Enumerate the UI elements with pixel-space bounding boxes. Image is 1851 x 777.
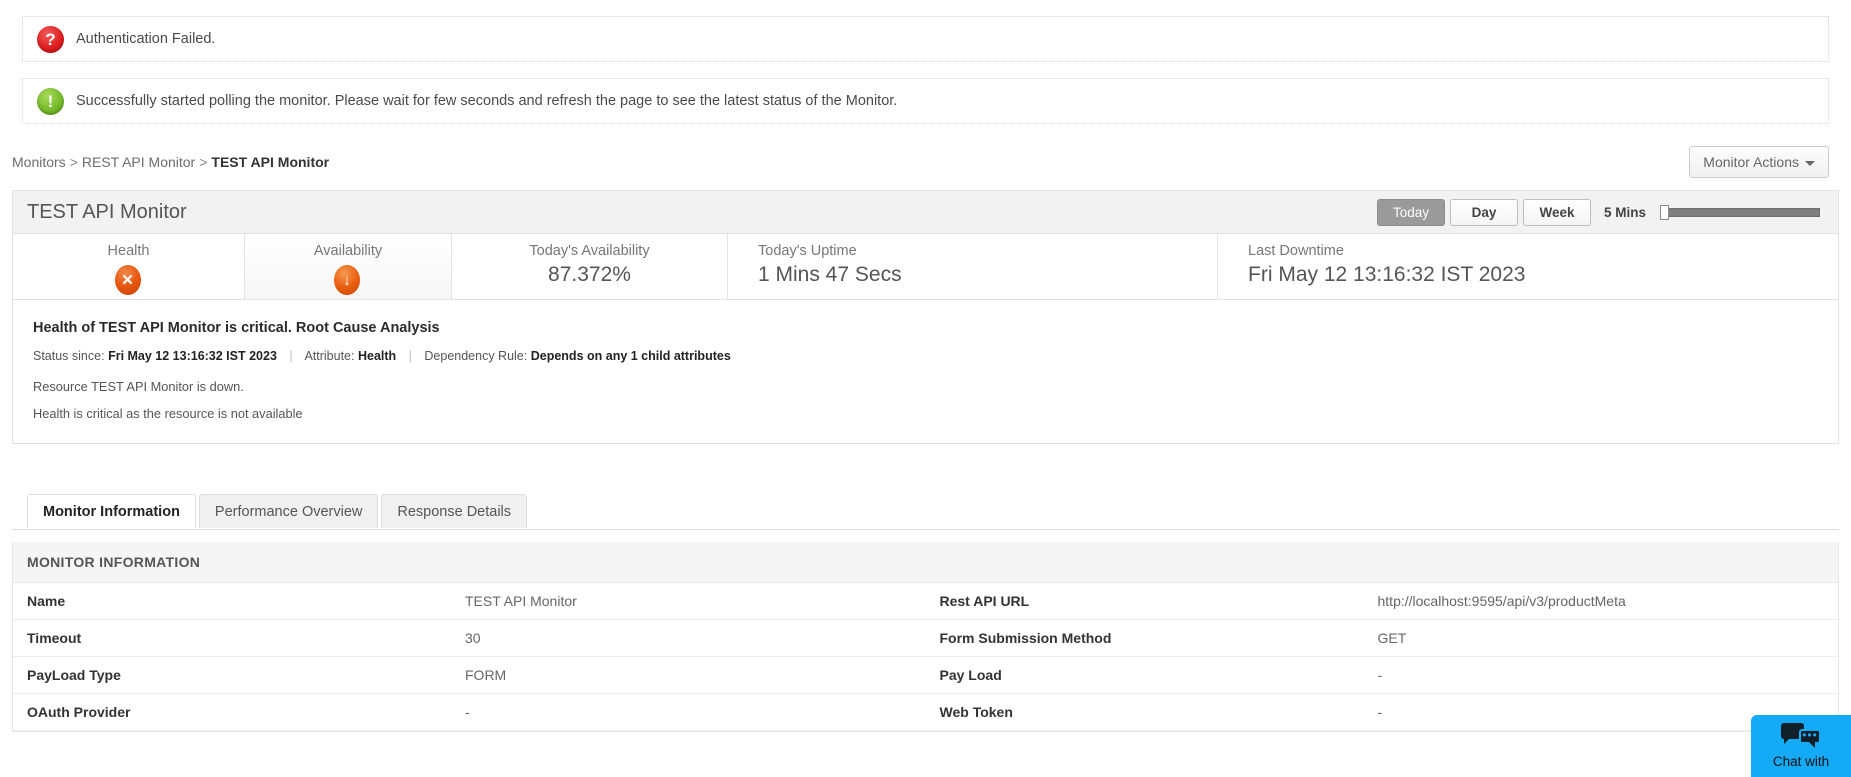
stat-label: Health [107,243,150,259]
stats-row: Health ✕ Availability ↓ Today's Availabi… [13,234,1838,300]
time-range-controls: Today Day Week 5 Mins [1376,198,1820,226]
stat-todays-uptime: Today's Uptime 1 Mins 47 Secs [728,234,1218,299]
row-value: FORM [451,656,926,694]
stat-value: Fri May 12 13:16:32 IST 2023 [1248,263,1526,286]
breadcrumb-current: TEST API Monitor [211,154,330,170]
table-row: OAuth Provider - Web Token - [13,693,1838,731]
critical-x-glyph: ✕ [114,265,141,295]
root-cause-analysis: Health of TEST API Monitor is critical. … [13,300,1838,443]
row-key: Timeout [13,619,451,657]
status-since-value: Fri May 12 13:16:32 IST 2023 [108,349,277,363]
monitor-actions-button[interactable]: Monitor Actions [1689,146,1829,178]
row-key: OAuth Provider [13,693,451,731]
breadcrumb: Monitors > REST API Monitor > TEST API Monit… [12,154,329,170]
critical-x-icon: ✕ [114,265,143,295]
row-key: Web Token [925,693,1364,731]
breadcrumb-row: Monitors > REST API Monitor > TEST API Monit… [0,140,1851,180]
stat-health: Health ✕ [13,234,245,299]
monitor-panel-header: TEST API Monitor Today Day Week 5 Mins [13,191,1838,234]
breadcrumb-separator: > [69,154,78,170]
row-key: PayLoad Type [13,656,451,694]
dependency-label: Dependency Rule: [424,349,528,363]
row-key: Form Submission Method [925,619,1364,657]
exclamation-icon: ! [37,87,64,115]
row-value: http://localhost:9595/api/v3/productMeta [1363,583,1838,620]
down-arrow-glyph: ↓ [334,265,360,295]
stat-label: Today's Availability [529,243,650,259]
attribute-label: Attribute: [304,349,355,363]
alert-authentication-failed: ? Authentication Failed. [22,16,1829,62]
range-button-day[interactable]: Day [1449,198,1518,226]
row-value: TEST API Monitor [451,583,926,620]
poll-interval-label: 5 Mins [1603,204,1646,220]
section-title: MONITOR INFORMATION [13,542,1838,583]
monitor-information-table: Name TEST API Monitor Rest API URL http:… [13,583,1838,731]
stat-label: Last Downtime [1248,243,1344,259]
tab-underline [12,529,1839,530]
alert-list: ? Authentication Failed. ! Successfully … [0,0,1851,124]
stat-last-downtime: Last Downtime Fri May 12 13:16:32 IST 20… [1218,234,1838,299]
rca-meta: Status since: Fri May 12 13:16:32 IST 20… [33,349,1818,363]
tab-response-details[interactable]: Response Details [381,494,528,528]
stat-label: Today's Uptime [758,243,857,259]
tab-monitor-information[interactable]: Monitor Information [27,494,196,529]
down-arrow-icon: ↓ [334,265,362,295]
breadcrumb-rest-api-monitor[interactable]: REST API Monitor [82,154,195,170]
stat-value: 1 Mins 47 Secs [758,263,902,286]
row-value: - [451,693,926,731]
alert-message: Authentication Failed. [76,31,216,47]
alert-message: Successfully started polling the monitor… [76,93,898,109]
dependency-value: Depends on any 1 child attributes [530,349,731,363]
row-value: - [1363,656,1838,694]
row-key: Pay Load [925,656,1364,694]
monitor-panel: TEST API Monitor Today Day Week 5 Mins H… [12,190,1839,444]
ellipsis-icon: ••• [1802,728,1818,742]
breadcrumb-monitors[interactable]: Monitors [12,154,66,170]
monitor-actions-label: Monitor Actions [1703,154,1799,170]
row-key: Rest API URL [925,583,1364,620]
chat-widget-label: Chat with [1772,754,1830,769]
stat-label: Availability [313,243,383,259]
tab-list: Monitor Information Performance Overview… [12,494,1839,529]
row-value: GET [1363,619,1838,657]
chat-bubbles-icon: ••• [1781,723,1821,749]
slider-track[interactable] [1660,208,1820,217]
stat-value: 87.372% [548,263,631,286]
alert-polling-started: ! Successfully started polling the monit… [22,78,1829,124]
meta-divider: | [408,349,412,363]
rca-title[interactable]: Health of TEST API Monitor is critical. … [33,320,1818,336]
range-button-week[interactable]: Week [1522,198,1591,226]
attribute-value: Health [357,349,397,363]
tab-performance-overview[interactable]: Performance Overview [198,494,379,528]
table-row: PayLoad Type FORM Pay Load - [13,656,1838,694]
breadcrumb-separator: > [199,154,208,170]
rca-detail-line-1: Resource TEST API Monitor is down. [33,379,244,394]
interval-slider[interactable] [1660,205,1820,220]
status-since-label: Status since: [33,349,105,363]
tab-bar: Monitor Information Performance Overview… [12,494,1839,530]
rca-detail-line-2: Health is critical as the resource is no… [33,406,303,421]
chevron-down-icon [1805,160,1815,166]
meta-divider: | [289,349,293,363]
chat-bubble-front: ••• [1799,728,1821,748]
question-mark-icon: ? [37,25,64,53]
page-title: TEST API Monitor [27,200,187,223]
page-root: ? Authentication Failed. ! Successfully … [0,0,1851,777]
stat-availability: Availability ↓ [245,234,452,299]
stat-todays-availability: Today's Availability 87.372% [452,234,728,299]
row-value: 30 [451,619,926,657]
row-key: Name [13,583,451,620]
slider-handle[interactable] [1660,205,1669,220]
chat-widget[interactable]: ••• Chat with [1751,715,1851,777]
range-button-today[interactable]: Today [1376,198,1445,226]
monitor-information-panel: MONITOR INFORMATION Name TEST API Monito… [12,542,1839,732]
table-row: Timeout 30 Form Submission Method GET [13,619,1838,657]
table-row: Name TEST API Monitor Rest API URL http:… [13,583,1838,620]
